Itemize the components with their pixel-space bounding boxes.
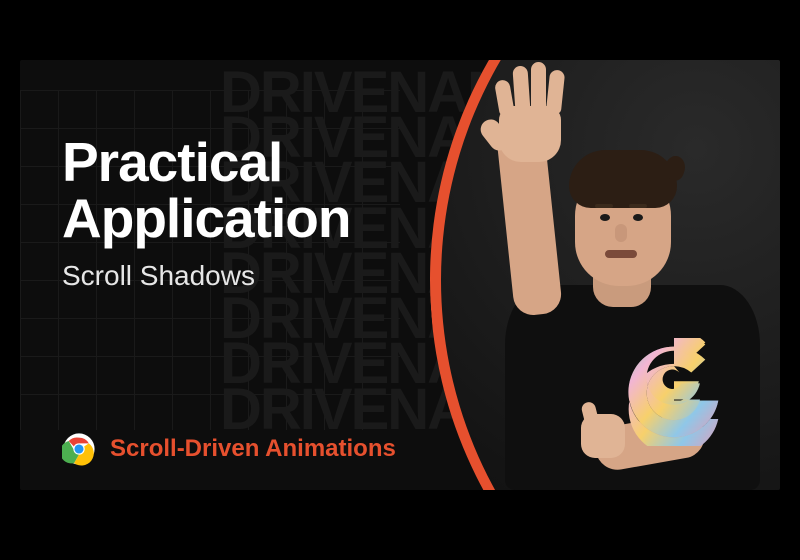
presenter-eye-left [600, 214, 610, 221]
presenter-nose [615, 224, 627, 242]
presenter-eyebrow-left [595, 204, 613, 208]
video-thumbnail-frame: DRIVENAN DRIVENAN DRIVENAN DRIVENAN DRIV… [0, 0, 800, 560]
thumbnail-card[interactable]: DRIVENAN DRIVENAN DRIVENAN DRIVENAN DRIV… [20, 60, 780, 490]
title-line-1: Practical [62, 134, 350, 190]
presenter-figure [465, 90, 775, 485]
presenter-mouth [605, 250, 637, 258]
presenter-hair [569, 150, 677, 208]
series-footer: Scroll-Driven Animations [62, 432, 396, 466]
palm [499, 106, 561, 162]
series-label: Scroll-Driven Animations [110, 435, 396, 463]
title-line-2: Application [62, 190, 350, 246]
presenter-eyebrow-right [629, 204, 647, 208]
presenter-eye-right [633, 214, 643, 221]
google-g-logo-icon [620, 338, 728, 446]
presenter-lower-hand [581, 414, 625, 458]
presenter-raised-hand [483, 60, 578, 163]
title-block: Practical Application Scroll Shadows [62, 134, 350, 292]
subtitle: Scroll Shadows [62, 260, 350, 292]
chrome-icon [62, 432, 96, 466]
